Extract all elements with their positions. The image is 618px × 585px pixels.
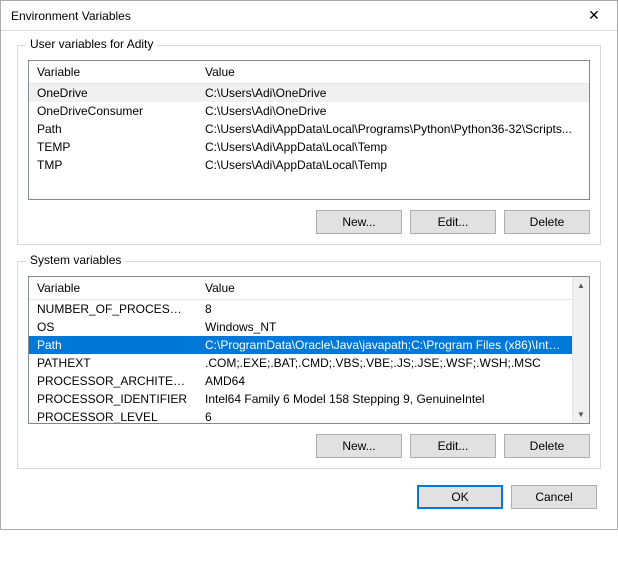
cell-value: Intel64 Family 6 Model 158 Stepping 9, G… xyxy=(197,390,572,408)
cell-variable: OneDrive xyxy=(29,84,197,103)
cell-variable: TEMP xyxy=(29,138,197,156)
table-row[interactable]: Path C:\ProgramData\Oracle\Java\javapath… xyxy=(29,336,572,354)
cell-value: AMD64 xyxy=(197,372,572,390)
cell-value: Windows_NT xyxy=(197,318,572,336)
table-row[interactable]: TMP C:\Users\Adi\AppData\Local\Temp xyxy=(29,156,589,174)
user-delete-button[interactable]: Delete xyxy=(504,210,590,234)
environment-variables-dialog: Environment Variables ✕ User variables f… xyxy=(0,0,618,530)
scroll-up-icon[interactable]: ▲ xyxy=(573,277,590,294)
table-row[interactable]: PROCESSOR_ARCHITECTURE AMD64 xyxy=(29,372,572,390)
table-row[interactable]: PATHEXT .COM;.EXE;.BAT;.CMD;.VBS;.VBE;.J… xyxy=(29,354,572,372)
cell-value: 6 xyxy=(197,408,572,424)
user-col-value[interactable]: Value xyxy=(197,61,589,84)
user-button-row: New... Edit... Delete xyxy=(28,210,590,234)
system-edit-button[interactable]: Edit... xyxy=(410,434,496,458)
table-row[interactable]: OS Windows_NT xyxy=(29,318,572,336)
cell-variable: PROCESSOR_LEVEL xyxy=(29,408,197,424)
system-new-button[interactable]: New... xyxy=(316,434,402,458)
table-row[interactable]: PROCESSOR_LEVEL 6 xyxy=(29,408,572,424)
cell-variable: TMP xyxy=(29,156,197,174)
cell-value: C:\Users\Adi\AppData\Local\Temp xyxy=(197,156,589,174)
system-variables-table[interactable]: Variable Value NUMBER_OF_PROCESSORS 8 OS… xyxy=(29,277,572,424)
table-row[interactable]: PROCESSOR_IDENTIFIER Intel64 Family 6 Mo… xyxy=(29,390,572,408)
cancel-button[interactable]: Cancel xyxy=(511,485,597,509)
system-scrollbar[interactable]: ▲ ▼ xyxy=(572,277,589,423)
user-variables-table[interactable]: Variable Value OneDrive C:\Users\Adi\One… xyxy=(29,61,589,174)
table-row[interactable]: TEMP C:\Users\Adi\AppData\Local\Temp xyxy=(29,138,589,156)
cell-variable: NUMBER_OF_PROCESSORS xyxy=(29,300,197,319)
cell-variable: OS xyxy=(29,318,197,336)
dialog-button-row: OK Cancel xyxy=(17,485,601,513)
system-col-variable[interactable]: Variable xyxy=(29,277,197,300)
titlebar: Environment Variables ✕ xyxy=(1,1,617,31)
cell-variable: PATHEXT xyxy=(29,354,197,372)
user-edit-button[interactable]: Edit... xyxy=(410,210,496,234)
window-title: Environment Variables xyxy=(11,9,131,23)
cell-value: C:\Users\Adi\OneDrive xyxy=(197,102,589,120)
system-col-value[interactable]: Value xyxy=(197,277,572,300)
dialog-content: User variables for Adity Variable Value … xyxy=(1,31,617,529)
cell-value: 8 xyxy=(197,300,572,319)
user-variables-table-container: Variable Value OneDrive C:\Users\Adi\One… xyxy=(28,60,590,200)
user-col-variable[interactable]: Variable xyxy=(29,61,197,84)
cell-variable: PROCESSOR_ARCHITECTURE xyxy=(29,372,197,390)
cell-value: C:\Users\Adi\AppData\Local\Programs\Pyth… xyxy=(197,120,589,138)
table-row[interactable]: OneDriveConsumer C:\Users\Adi\OneDrive xyxy=(29,102,589,120)
ok-button[interactable]: OK xyxy=(417,485,503,509)
system-variables-label: System variables xyxy=(26,253,125,267)
system-variables-group: System variables Variable Value NUMBER_O… xyxy=(17,261,601,469)
table-row[interactable]: Path C:\Users\Adi\AppData\Local\Programs… xyxy=(29,120,589,138)
cell-variable: PROCESSOR_IDENTIFIER xyxy=(29,390,197,408)
system-button-row: New... Edit... Delete xyxy=(28,434,590,458)
cell-value: C:\Users\Adi\OneDrive xyxy=(197,84,589,103)
table-row[interactable]: OneDrive C:\Users\Adi\OneDrive xyxy=(29,84,589,103)
cell-variable: OneDriveConsumer xyxy=(29,102,197,120)
user-variables-label: User variables for Adity xyxy=(26,37,157,51)
system-delete-button[interactable]: Delete xyxy=(504,434,590,458)
close-icon[interactable]: ✕ xyxy=(571,1,617,31)
cell-value: C:\Users\Adi\AppData\Local\Temp xyxy=(197,138,589,156)
user-new-button[interactable]: New... xyxy=(316,210,402,234)
user-variables-group: User variables for Adity Variable Value … xyxy=(17,45,601,245)
cell-variable: Path xyxy=(29,120,197,138)
cell-variable: Path xyxy=(29,336,197,354)
table-row[interactable]: NUMBER_OF_PROCESSORS 8 xyxy=(29,300,572,319)
cell-value: C:\ProgramData\Oracle\Java\javapath;C:\P… xyxy=(197,336,572,354)
cell-value: .COM;.EXE;.BAT;.CMD;.VBS;.VBE;.JS;.JSE;.… xyxy=(197,354,572,372)
system-variables-table-container: Variable Value NUMBER_OF_PROCESSORS 8 OS… xyxy=(28,276,590,424)
scroll-down-icon[interactable]: ▼ xyxy=(573,406,590,423)
